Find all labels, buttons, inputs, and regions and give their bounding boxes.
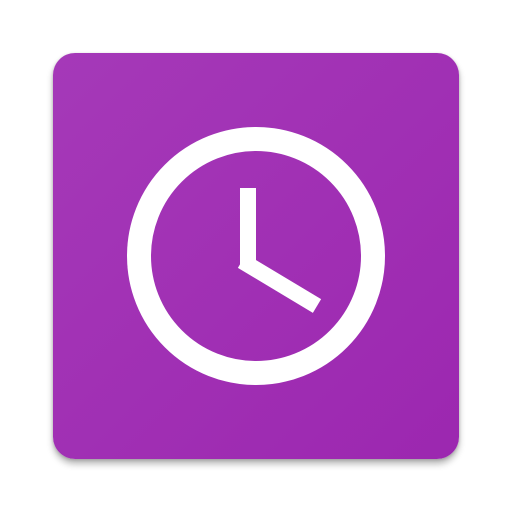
icon-canvas bbox=[0, 0, 512, 512]
clock-icon bbox=[53, 53, 459, 459]
app-icon[interactable] bbox=[53, 53, 459, 459]
